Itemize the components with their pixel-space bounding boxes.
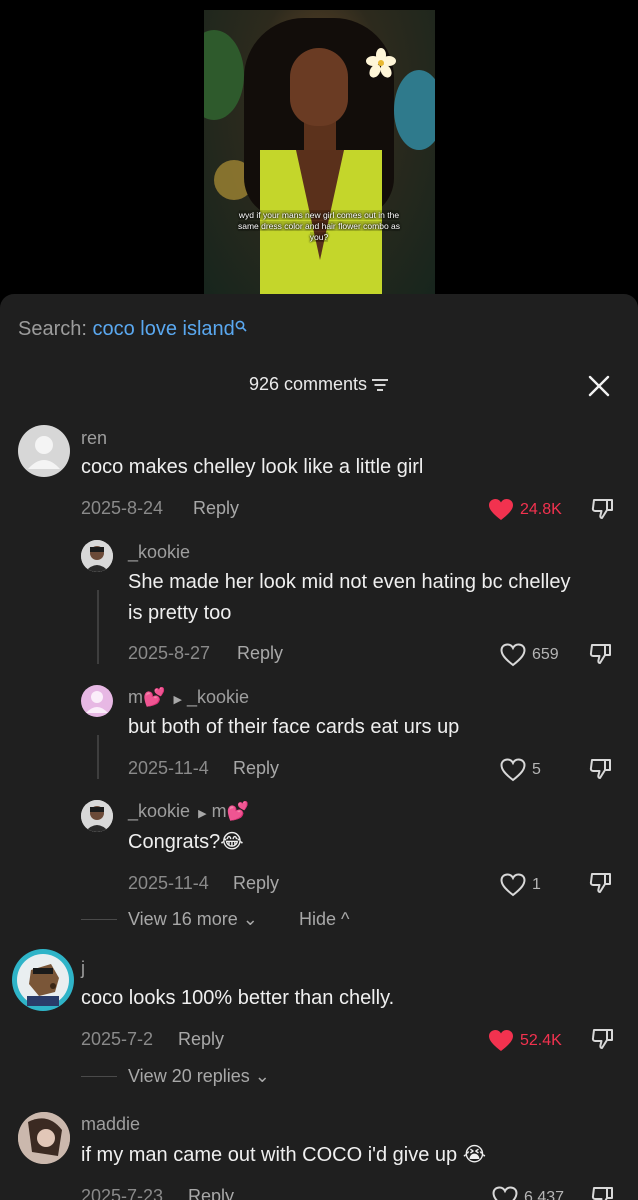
comment-count: 926 comments	[248, 374, 368, 394]
reply-arrow-icon: ▶	[170, 694, 182, 706]
avatar[interactable]	[18, 425, 70, 477]
like-button[interactable]: 5	[500, 758, 541, 782]
like-button[interactable]: 6,437	[492, 1186, 564, 1200]
comment-text: She made her look mid not even hating bc…	[128, 571, 571, 624]
user-photo-icon	[81, 540, 113, 572]
search-suggestion[interactable]: Search: coco love island	[18, 318, 247, 341]
like-count: 24.8K	[520, 501, 562, 518]
thread-line	[97, 735, 99, 779]
thread-line	[97, 590, 99, 664]
avatar[interactable]	[81, 800, 113, 832]
default-user-icon	[86, 691, 108, 713]
avatar[interactable]	[81, 540, 113, 572]
comment-text: if my man came out with COCO i'd give up…	[81, 1144, 487, 1166]
avatar[interactable]	[18, 1112, 70, 1164]
view-replies-button[interactable]: View 20 replies ⌄	[128, 1066, 270, 1087]
dislike-icon[interactable]	[590, 496, 616, 522]
comment-text: coco looks 100% better than chelly.	[81, 987, 395, 1009]
like-button[interactable]: 24.8K	[488, 498, 562, 522]
like-button[interactable]: 1	[500, 873, 541, 897]
comment-count-header[interactable]: 926 comments	[0, 374, 638, 395]
heart-outline-icon	[492, 1186, 518, 1200]
hide-label: Hide	[299, 909, 337, 929]
comment-username[interactable]: _kookie	[128, 542, 190, 563]
avatar[interactable]	[81, 685, 113, 717]
reply-button[interactable]: Reply	[233, 758, 279, 779]
heart-outline-icon	[500, 758, 526, 782]
comment-date: 2025-8-27	[128, 643, 211, 663]
search-query[interactable]: coco love island	[93, 318, 235, 340]
reply-header: m💕 ▶ _kookie	[128, 687, 249, 708]
comment-date: 2025-7-23	[81, 1186, 164, 1200]
reply-button[interactable]: Reply	[233, 873, 279, 894]
sort-filter-icon[interactable]	[371, 378, 389, 392]
comment-username[interactable]: m💕	[128, 687, 165, 707]
heart-filled-icon	[489, 1030, 513, 1051]
comment-date: 2025-8-24	[81, 498, 164, 518]
dislike-icon[interactable]	[588, 756, 614, 782]
avatar[interactable]	[12, 949, 74, 1011]
reply-arrow-icon: ▶	[195, 808, 207, 820]
divider	[81, 1076, 117, 1077]
comment-username[interactable]: j	[81, 958, 85, 979]
video-thumbnail[interactable]: wyd if your mans new girl comes out in t…	[204, 10, 435, 294]
chevron-down-icon: ⌄	[254, 1066, 270, 1086]
like-count: 52.4K	[520, 1032, 562, 1049]
divider	[81, 919, 117, 920]
comment-date: 2025-11-4	[128, 873, 209, 893]
dislike-icon[interactable]	[590, 1026, 616, 1052]
reply-button[interactable]: Reply	[193, 498, 239, 519]
reply-header: _kookie ▶ m💕	[128, 801, 249, 822]
comment-date: 2025-11-4	[128, 758, 209, 778]
view-more-label: View 16 more	[128, 909, 238, 929]
comment-text: coco makes chelley look like a little gi…	[81, 456, 424, 478]
like-button[interactable]: 659	[500, 643, 559, 667]
comment-text: Congrats?😂	[128, 831, 244, 853]
reply-button[interactable]: Reply	[237, 643, 283, 664]
heart-outline-icon	[500, 643, 526, 667]
view-replies-label: View 20 replies	[128, 1066, 250, 1086]
dislike-icon[interactable]	[588, 641, 614, 667]
reply-to-username[interactable]: _kookie	[187, 687, 249, 707]
like-count: 6,437	[524, 1189, 565, 1200]
user-photo-icon	[18, 1112, 70, 1164]
user-photo-icon	[81, 800, 113, 832]
comment-username[interactable]: ren	[81, 428, 107, 449]
hide-replies-button[interactable]: Hide ^	[299, 909, 350, 930]
search-icon	[235, 320, 247, 332]
dislike-icon[interactable]	[590, 1184, 616, 1200]
comment-username[interactable]: maddie	[81, 1114, 140, 1135]
comment-username[interactable]: _kookie	[128, 801, 190, 821]
like-count: 5	[532, 761, 541, 778]
chevron-up-icon: ^	[341, 909, 350, 929]
face-shape	[290, 48, 348, 126]
comment-date: 2025-7-2	[81, 1029, 154, 1049]
search-label: Search:	[18, 318, 87, 340]
reply-to-username[interactable]: m💕	[212, 801, 249, 821]
heart-outline-icon	[500, 873, 526, 897]
default-user-icon	[28, 436, 60, 469]
horse-character-icon	[17, 954, 69, 1006]
dislike-icon[interactable]	[588, 870, 614, 896]
background-foliage	[204, 30, 244, 120]
like-button[interactable]: 52.4K	[488, 1029, 562, 1053]
background-foliage	[394, 70, 435, 150]
hair-flower-icon	[366, 48, 396, 78]
reply-button[interactable]: Reply	[188, 1186, 234, 1200]
like-count: 1	[532, 876, 541, 893]
comment-text: but both of their face cards eat urs up	[128, 716, 460, 738]
like-count: 659	[532, 646, 559, 663]
chevron-down-icon: ⌄	[242, 909, 258, 929]
view-more-replies-button[interactable]: View 16 more ⌄	[128, 909, 258, 930]
heart-filled-icon	[489, 499, 513, 520]
video-caption: wyd if your mans new girl comes out in t…	[237, 210, 401, 242]
close-icon[interactable]	[586, 373, 612, 399]
reply-button[interactable]: Reply	[178, 1029, 224, 1050]
